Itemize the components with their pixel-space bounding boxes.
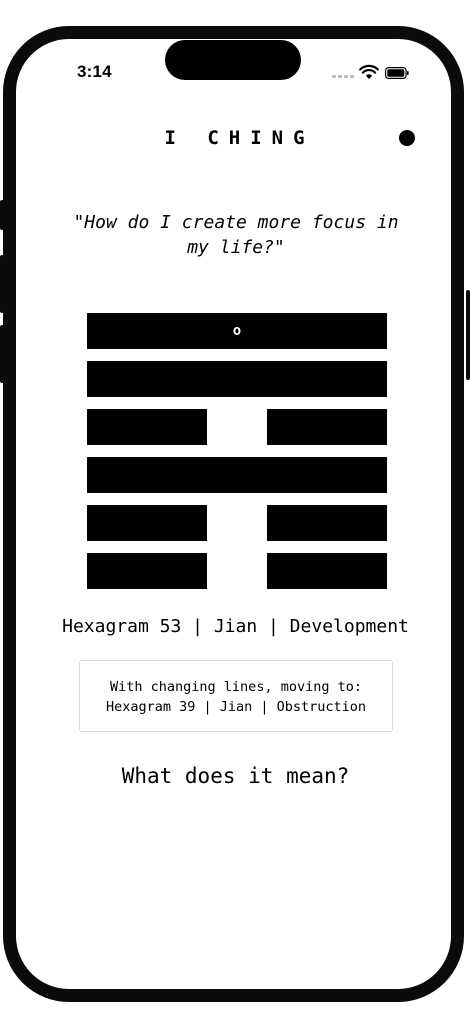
battery-icon [385,67,409,79]
question-text: "How do I create more focus in my life?" [73,212,399,258]
yin-line-segment-left [87,553,207,589]
yin-line-segment-left [87,505,207,541]
yin-line-segment-right [267,505,387,541]
dynamic-island [165,40,301,80]
relating-hexagram-label: Hexagram 39 | Jian | Obstruction [105,699,367,715]
yin-line-segment-left [87,409,207,445]
what-does-it-mean-button[interactable]: What does it mean? [0,764,471,788]
yin-line-segment-right [267,409,387,445]
changing-lines-box: With changing lines, moving to: Hexagram… [79,660,393,732]
yang-line-segment [87,457,387,493]
hexagram-line-6 [87,553,387,589]
yin-line-segment-right [267,553,387,589]
hexagram: o [87,313,387,601]
hexagram-line-3 [87,409,387,445]
power-button [466,290,470,380]
yang-line-segment [87,361,387,397]
hexagram-line-5 [87,505,387,541]
wifi-icon [359,64,379,79]
changing-line-marker: o [232,323,242,339]
signal-bars-icon [332,75,354,79]
menu-dot-icon[interactable] [399,130,415,146]
changing-lines-label: With changing lines, moving to: [110,679,362,695]
primary-hexagram-label: Hexagram 53 | Jian | Development [62,616,409,637]
hexagram-line-2 [87,361,387,397]
hexagram-line-4 [87,457,387,493]
status-time: 3:14 [77,62,112,81]
hexagram-line-1: o [87,313,387,349]
